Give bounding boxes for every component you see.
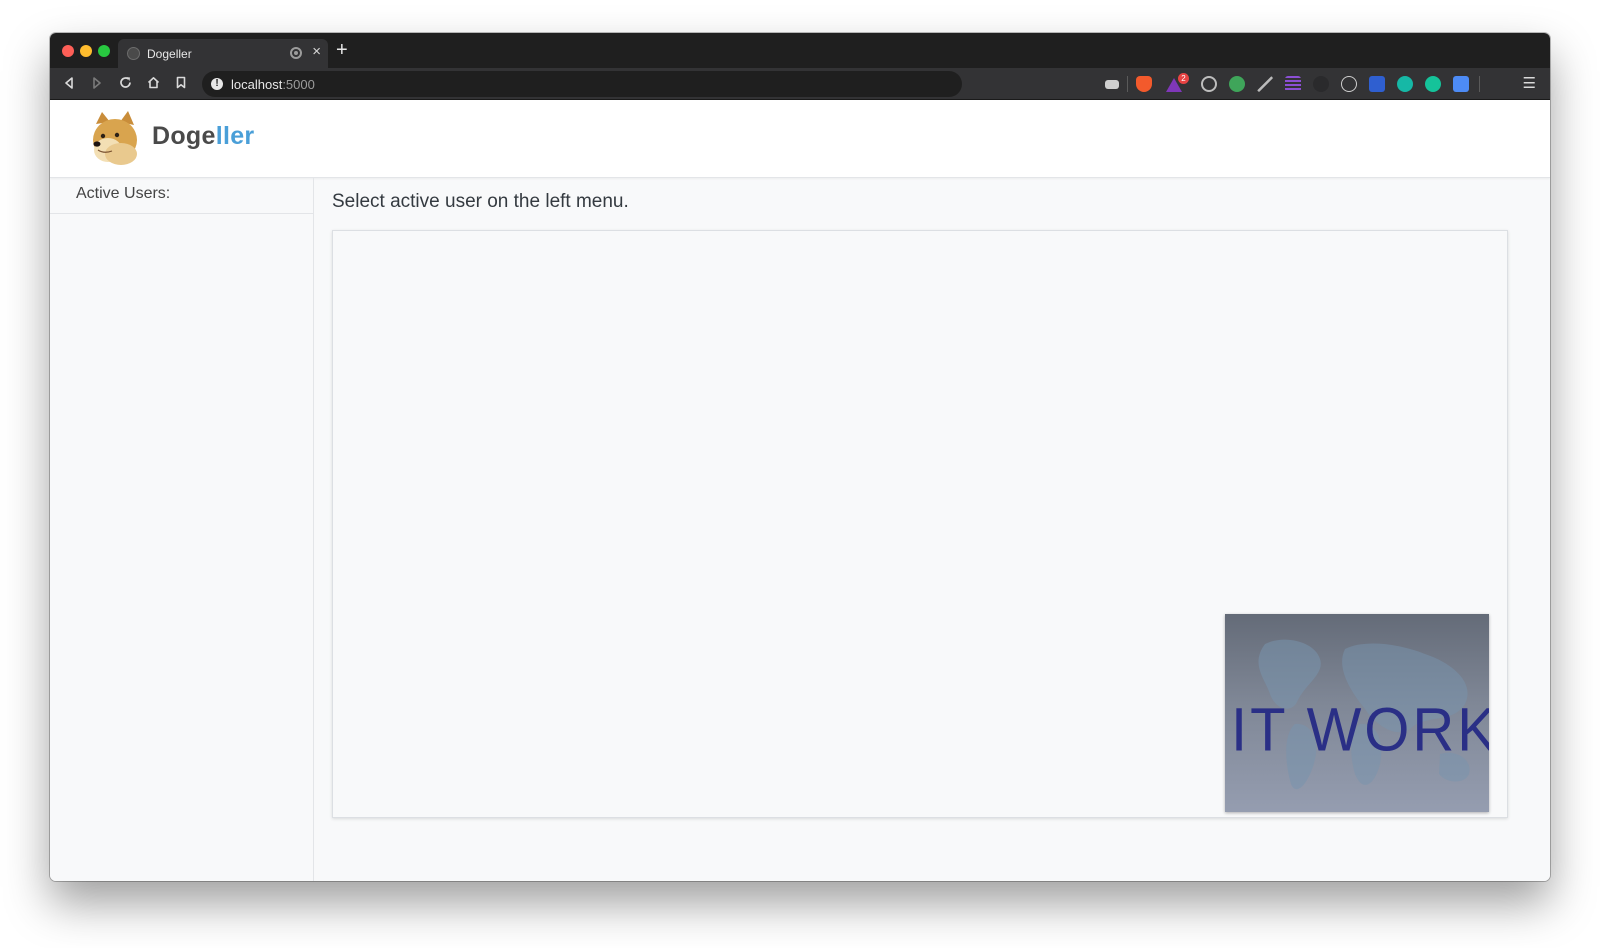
camera-icon[interactable]: [1105, 80, 1119, 89]
video-caption: IT WORKS: [1231, 695, 1489, 764]
close-window-icon[interactable]: [62, 45, 74, 57]
list-extension-icon[interactable]: [1285, 76, 1301, 92]
brand-name[interactable]: Dogeller: [152, 122, 254, 151]
minimize-window-icon[interactable]: [80, 45, 92, 57]
toolbar-separator: [1127, 76, 1128, 92]
page-title: Select active user on the left menu.: [332, 191, 629, 212]
toolbar-separator-2: [1479, 76, 1480, 92]
globe-icon: [127, 47, 140, 60]
main-content: Select active user on the left menu. IT …: [314, 178, 1550, 881]
back-icon[interactable]: [59, 74, 79, 94]
browser-window: Dogeller × + ! localhost:5000 2 ☰ Dogell…: [50, 33, 1550, 881]
app-header: Dogeller: [50, 100, 1550, 178]
info-extension-icon[interactable]: [1369, 76, 1385, 92]
menu-icon[interactable]: ☰: [1523, 74, 1536, 92]
tab-strip: Dogeller × +: [50, 33, 1550, 68]
doge-logo: [93, 111, 137, 165]
new-tab-button[interactable]: +: [336, 40, 348, 60]
reload-icon[interactable]: [115, 74, 135, 94]
react-devtools-icon[interactable]: [1341, 76, 1357, 92]
audio-indicator-icon[interactable]: [290, 47, 302, 59]
dark-extension-icon[interactable]: [1313, 76, 1329, 92]
teal-extension-icon[interactable]: [1397, 76, 1413, 92]
brave-shield-icon[interactable]: [1136, 76, 1152, 92]
extensions-badge: 2: [1178, 73, 1189, 84]
forward-icon[interactable]: [87, 74, 107, 94]
home-icon[interactable]: [143, 74, 163, 94]
video-caption-graphic: IT WORKS: [1231, 695, 1489, 764]
active-users-heading: Active Users:: [50, 178, 313, 214]
url-text: localhost:5000: [231, 77, 315, 92]
tab-title: Dogeller: [147, 47, 192, 61]
local-video-preview[interactable]: IT WORKS: [1225, 614, 1489, 812]
browser-tab[interactable]: Dogeller ×: [118, 39, 328, 68]
site-info-icon[interactable]: !: [211, 78, 223, 90]
app-root: Dogeller Active Users: Select active use…: [50, 100, 1550, 881]
bookmark-icon[interactable]: [171, 74, 191, 94]
address-bar[interactable]: ! localhost:5000: [202, 71, 962, 97]
target-extension-icon[interactable]: [1201, 76, 1217, 92]
tab-close-icon[interactable]: ×: [312, 44, 321, 60]
grammar-extension-icon[interactable]: [1229, 76, 1245, 92]
grammarly-icon[interactable]: [1425, 76, 1441, 92]
translate-icon[interactable]: [1453, 76, 1469, 92]
pen-extension-icon[interactable]: [1257, 76, 1273, 92]
browser-toolbar: ! localhost:5000 2 ☰: [50, 68, 1550, 100]
sidebar: Active Users:: [50, 178, 314, 881]
video-panel: IT WORKS: [332, 230, 1508, 818]
zoom-window-icon[interactable]: [98, 45, 110, 57]
